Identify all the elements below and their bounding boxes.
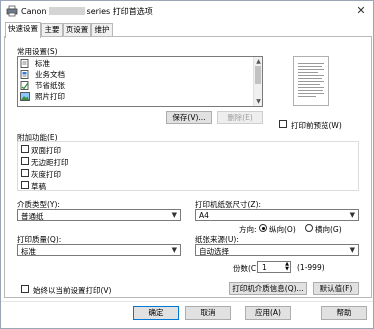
list-item-paper-saving[interactable]: 节省纸张 [20,80,65,91]
copies-range: (1-999) [297,263,325,272]
list-item-label: 节省纸张 [35,81,65,90]
paper-source-select[interactable]: 自动选择 ▼ [195,244,359,256]
draft-label: 草稿 [31,182,46,191]
list-item-label: 业务文档 [35,70,65,79]
print-quality-select[interactable]: 标准 ▼ [17,244,181,256]
paper-source-value: 自动选择 [199,247,229,256]
preview-before-print-checkbox[interactable] [279,120,287,128]
help-button[interactable]: 帮助 [321,306,367,320]
window-title-suffix: series 打印首选项 [86,7,153,16]
duplex-print-label: 双面打印 [31,146,61,155]
chevron-down-icon: ▼ [171,211,177,219]
landscape-label: 横向(G) [315,225,342,234]
printer-preferences-window: Canon series 打印首选项 ✕ 快速设置 主要 页设置 维护 常用设置(… [0,0,374,329]
printer-media-info-button[interactable]: 打印机介质信息(Q)... [229,282,307,295]
tab-quick-setup[interactable]: 快速设置 [5,22,41,38]
photo-print-icon [20,92,30,101]
window-title-prefix: Canon [21,7,47,16]
close-icon: ✕ [356,4,366,17]
scrollbar-thumb[interactable] [255,66,261,84]
print-preview-thumbnail [293,56,329,106]
tab-maintenance[interactable]: 维护 [91,23,113,37]
copies-value: 1 [262,263,267,272]
list-scrollbar[interactable]: ▲ ▼ [253,57,262,106]
business-document-icon [20,70,30,79]
grayscale-print-label: 灰度打印 [31,170,61,179]
standard-document-icon [20,59,30,68]
chevron-down-icon: ▼ [349,246,355,254]
duplex-print-checkbox[interactable] [21,145,29,153]
always-print-current-label: 始终以当前设置打印(V) [33,286,112,295]
orientation-label: 方向: [239,225,257,234]
print-quality-value: 标准 [21,247,36,256]
list-item-label: 标准 [35,59,50,68]
printer-paper-size-value: A4 [199,211,209,220]
printer-icon [6,5,18,17]
cancel-button[interactable]: 取消 [185,306,231,320]
printer-paper-size-select[interactable]: A4 ▼ [195,209,359,221]
portrait-radio[interactable] [259,224,267,232]
grayscale-print-checkbox[interactable] [21,169,29,177]
defaults-button[interactable]: 默认值(F) [313,282,359,295]
delete-button[interactable]: 删除(E) [217,111,263,124]
chevron-down-icon: ▼ [171,246,177,254]
draft-checkbox[interactable] [21,181,29,189]
close-button[interactable]: ✕ [353,4,369,18]
landscape-radio[interactable] [305,224,313,232]
borderless-print-checkbox[interactable] [21,157,29,165]
list-item-business-document[interactable]: 业务文档 [20,69,65,80]
tab-main[interactable]: 主要 [41,23,63,37]
chevron-down-icon: ▼ [349,211,355,219]
tab-page-setup[interactable]: 页设置 [63,23,91,37]
list-item-photo-print[interactable]: 照片打印 [20,91,65,102]
apply-button[interactable]: 应用(A) [245,306,291,320]
scroll-down-icon[interactable]: ▼ [255,98,262,105]
footer-divider [1,301,373,302]
common-settings-list[interactable]: 标准 业务文档 节省纸张 照片打印 ▲ ▼ [17,56,263,107]
preview-before-print-label: 打印前预览(W) [291,121,342,130]
always-print-current-checkbox[interactable] [21,285,29,293]
spin-down-icon[interactable]: ▼ [285,267,289,272]
save-button[interactable]: 保存(V)... [166,111,212,124]
list-item-label: 照片打印 [35,92,65,101]
copies-stepper[interactable]: 1 ▲ ▼ [257,261,291,273]
portrait-label: 纵向(O) [269,225,296,234]
borderless-print-label: 无边距打印 [31,158,69,167]
scroll-up-icon[interactable]: ▲ [255,58,262,65]
title-bar: Canon series 打印首选项 ✕ [1,1,373,21]
media-type-value: 普通纸 [21,212,44,221]
list-item-standard[interactable]: 标准 [20,58,50,69]
window-title: Canon series 打印首选项 [21,6,153,17]
paper-saving-icon [20,81,30,90]
ok-button[interactable]: 确定 [133,306,179,320]
media-type-select[interactable]: 普通纸 ▼ [17,209,181,221]
redacted-model-name [48,7,85,15]
